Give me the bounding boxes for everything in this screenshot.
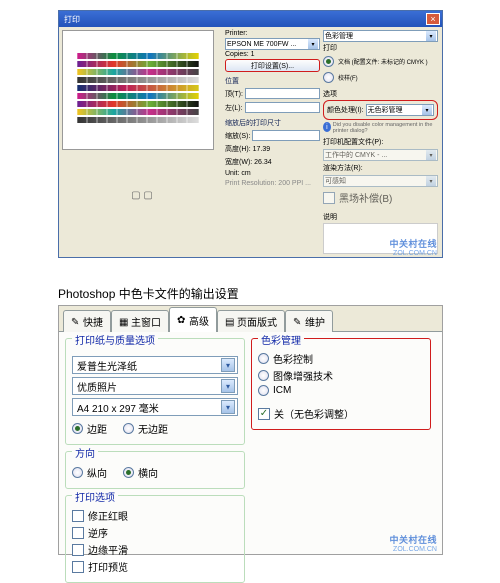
orientation-group: 方向 纵向 横向 — [65, 451, 245, 489]
landscape-label: 横向 — [138, 465, 158, 480]
chevron-down-icon: ▾ — [221, 358, 235, 372]
color-handling-select[interactable]: 无色彩管理▾ — [366, 104, 434, 116]
quality-select[interactable]: 优质照片▾ — [72, 377, 238, 395]
preview-label: 打印预览 — [88, 559, 128, 574]
left-label: 左(L): — [225, 103, 243, 113]
close-icon[interactable]: × — [426, 13, 440, 25]
image-enhance-radio[interactable] — [258, 370, 269, 381]
color-patch-chart-icon — [73, 41, 203, 139]
print-section-label: 打印 — [323, 43, 438, 53]
document-radio-label: 文档 (配置文件: 未标记的 CMYK ) — [338, 57, 428, 66]
paper-type-select[interactable]: 爱普生光泽纸▾ — [72, 356, 238, 374]
watermark-1: 中关村在线 ZOL.COM.CN — [389, 237, 437, 257]
preview-checkbox[interactable] — [72, 561, 84, 573]
color-control-label: 色彩控制 — [273, 351, 313, 366]
black-point-label: 黑场补偿(B) — [339, 190, 392, 205]
info-icon: i — [323, 122, 331, 132]
position-group-title: 位置 — [225, 76, 320, 86]
printer-profile-select: 工作中的 CMYK - ...▾ — [323, 149, 438, 161]
printer-select[interactable]: EPSON ME 700FW ...▾ — [225, 38, 320, 50]
orient-group-title: 方向 — [72, 445, 98, 460]
left-input[interactable] — [245, 102, 321, 113]
tab-bar: ✎快捷 ▦主窗口 ✿高级 ▤页面版式 ✎维护 — [59, 306, 442, 332]
scale-group-title: 缩放后的打印尺寸 — [225, 118, 320, 128]
info-text: Did you disable color management in the … — [333, 122, 438, 134]
rendering-select: 可感知▾ — [323, 175, 438, 187]
wrench-icon: ✎ — [293, 317, 303, 327]
wand-icon: ✎ — [71, 317, 81, 327]
reverse-checkbox[interactable] — [72, 527, 84, 539]
no-color-adjust-label: 关（无色彩调整） — [274, 406, 354, 421]
redeye-checkbox[interactable] — [72, 510, 84, 522]
unit-label: Unit: cm — [225, 170, 251, 177]
paper-size-select[interactable]: A4 210 x 297 毫米▾ — [72, 398, 238, 416]
no-color-adjust-checkbox[interactable] — [258, 408, 270, 420]
landscape-radio[interactable] — [123, 467, 134, 478]
chevron-down-icon: ▾ — [308, 39, 318, 49]
photoshop-print-dialog: 打印 × — [58, 10, 443, 258]
watermark-2: 中关村在线 ZOL.COM.CN — [389, 533, 437, 553]
proof-radio-label: 校样(F) — [338, 73, 358, 82]
tab-main[interactable]: ▦主窗口 — [111, 310, 169, 332]
caption: Photoshop 中色卡文件的输出设置 — [58, 285, 239, 302]
icm-radio[interactable] — [258, 385, 269, 396]
border-on-radio[interactable] — [72, 423, 83, 434]
color-mgmt-title: 色彩管理 — [258, 332, 304, 347]
paper-group-title: 打印纸与质量选项 — [72, 332, 158, 347]
tab-maintenance[interactable]: ✎维护 — [285, 310, 333, 332]
top-label: 顶(T): — [225, 89, 243, 99]
reverse-label: 逆序 — [88, 525, 108, 540]
ps-window-title: 打印 — [61, 14, 80, 25]
chevron-down-icon: ▾ — [221, 400, 235, 414]
window-icon: ▦ — [119, 317, 129, 327]
printer-label: Printer: — [225, 30, 320, 37]
color-control-radio[interactable] — [258, 353, 269, 364]
smooth-label: 边缘平滑 — [88, 542, 128, 557]
border-off-radio[interactable] — [123, 423, 134, 434]
image-enhance-label: 图像增强技术 — [273, 368, 333, 383]
gear-icon: ✿ — [177, 315, 187, 325]
scale-label: 缩放(S): — [225, 131, 250, 141]
match-print-colors-label: ▢ ▢ — [131, 190, 153, 201]
printer-profile-label: 打印机配置文件(P): — [323, 137, 383, 147]
height-label: 高度(H): 17.39 — [225, 144, 270, 154]
border-on-label: 边距 — [87, 421, 107, 436]
right-section-select[interactable]: 色彩管理▾ — [323, 30, 438, 42]
redeye-label: 修正红眼 — [88, 508, 128, 523]
print-options-group: 打印选项 修正红眼 逆序 边缘平滑 打印预览 — [65, 495, 245, 583]
black-point-checkbox — [323, 192, 335, 204]
icm-label: ICM — [273, 385, 291, 396]
options-label: 选项 — [323, 89, 438, 99]
tab-layout[interactable]: ▤页面版式 — [217, 310, 285, 332]
chevron-down-icon: ▾ — [426, 31, 436, 41]
tab-quick[interactable]: ✎快捷 — [63, 310, 111, 332]
smooth-checkbox[interactable] — [72, 544, 84, 556]
width-label: 宽度(W): 26.34 — [225, 157, 272, 167]
desc-label: 说明 — [323, 212, 438, 222]
chevron-down-icon: ▾ — [221, 379, 235, 393]
paper-quality-group: 打印纸与质量选项 爱普生光泽纸▾ 优质照片▾ A4 210 x 297 毫米▾ … — [65, 338, 245, 445]
print-settings-button[interactable]: 打印设置(S)... — [225, 59, 320, 72]
resolution-label: Print Resolution: 200 PPI ... — [225, 180, 311, 187]
page-icon: ▤ — [225, 317, 235, 327]
tab-advanced[interactable]: ✿高级 — [169, 307, 217, 332]
portrait-radio[interactable] — [72, 467, 83, 478]
ps-titlebar[interactable]: 打印 × — [59, 11, 442, 27]
copies-label: Copies: 1 — [225, 51, 320, 58]
portrait-label: 纵向 — [87, 465, 107, 480]
border-off-label: 无边距 — [138, 421, 168, 436]
print-opts-title: 打印选项 — [72, 489, 118, 504]
color-management-group: 色彩管理 色彩控制 图像增强技术 ICM 关（无色彩调整） — [251, 338, 431, 430]
color-handling-label: 颜色处理(I): — [327, 105, 364, 115]
top-input[interactable] — [245, 88, 320, 99]
scale-input[interactable] — [252, 130, 320, 141]
proof-radio[interactable] — [323, 72, 334, 83]
chevron-down-icon: ▾ — [422, 105, 432, 115]
print-preview — [62, 30, 214, 150]
document-radio[interactable] — [323, 56, 334, 67]
epson-driver-dialog: ✎快捷 ▦主窗口 ✿高级 ▤页面版式 ✎维护 打印纸与质量选项 爱普生光泽纸▾ … — [58, 305, 443, 555]
rendering-label: 渲染方法(R): — [323, 163, 363, 173]
